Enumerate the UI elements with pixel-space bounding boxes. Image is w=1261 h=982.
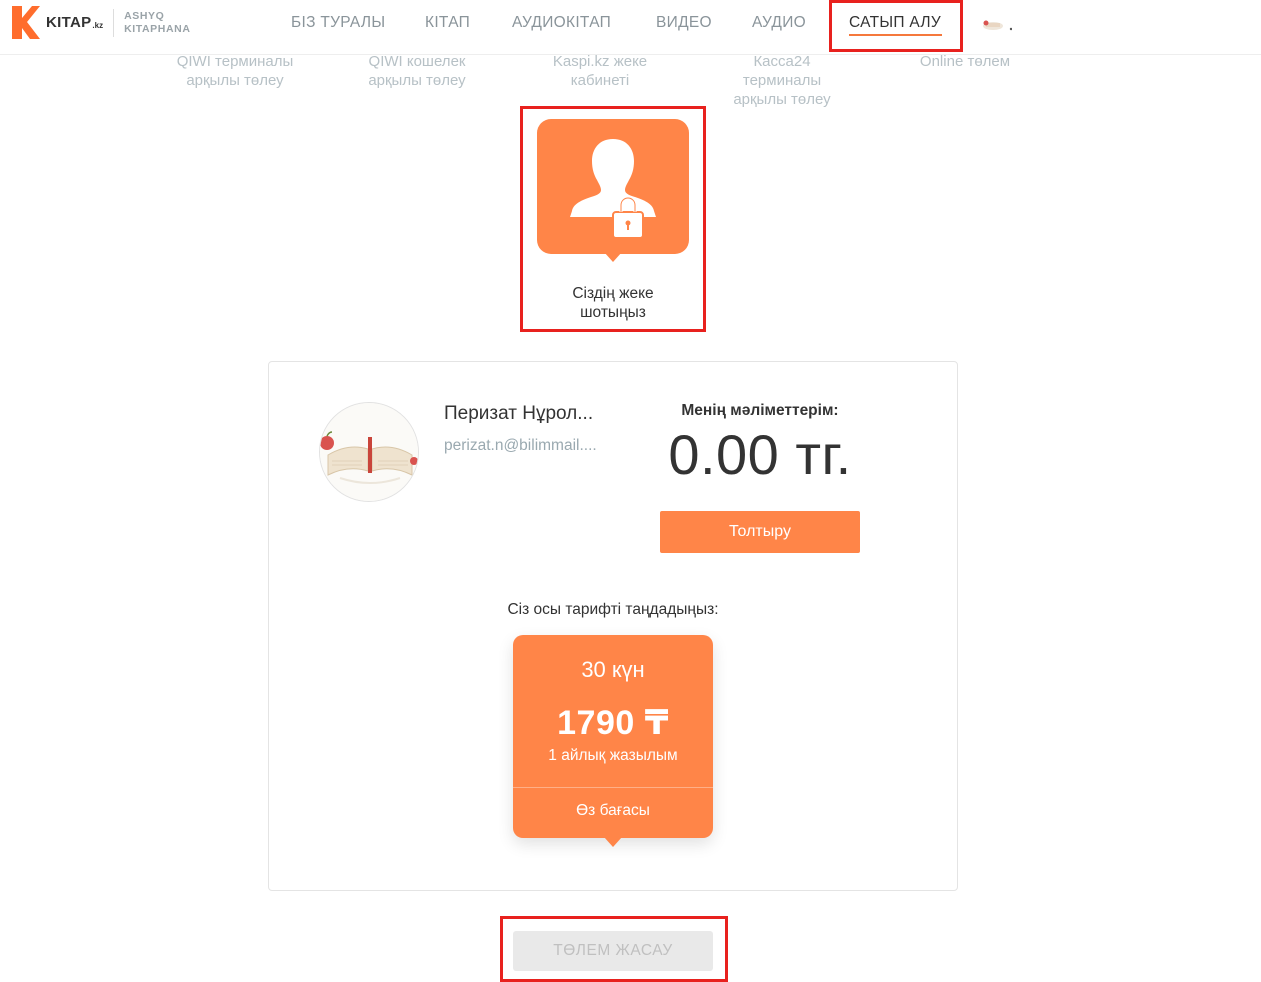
- payment-method-line: Kaspi.kz жеке: [552, 53, 648, 70]
- tariff-price: 1790 ₸: [557, 704, 669, 742]
- payment-method-line: кабинеті: [570, 72, 630, 89]
- logo-sub-line2: KITAPHANA: [124, 22, 191, 35]
- tariff-divider: [513, 787, 713, 788]
- user-name: Перизат Нұрол...: [444, 403, 594, 424]
- nav-audiobooks[interactable]: АУДИОКІТАП: [512, 14, 611, 32]
- logo-kz: .kz: [92, 20, 104, 30]
- tariff-own-price: Өз бағасы: [576, 802, 650, 819]
- nav-audio[interactable]: АУДИО: [752, 14, 806, 32]
- site-logo[interactable]: KITAP .kz ASHYQ KITAPHANA: [12, 6, 191, 39]
- payment-method-line: арқылы төлеу: [733, 91, 831, 108]
- logo-divider: [113, 8, 115, 37]
- highlight-personal-account: [520, 106, 706, 332]
- site-header: KITAP .kz ASHYQ KITAPHANA БІЗ ТУРАЛЫ КІТ…: [0, 0, 1261, 55]
- user-email: perizat.n@bilimmail....: [444, 437, 597, 454]
- payment-method-line: арқылы төлеу: [368, 72, 466, 89]
- payment-method-line: Касса24: [753, 53, 811, 70]
- tariff-days: 30 күн: [581, 657, 645, 682]
- balance-value: 0.00 тг.: [668, 423, 852, 486]
- payment-method-line: терминалы: [742, 72, 822, 89]
- payment-method-qiwi-terminal[interactable]: QIWI терминалы арқылы төлеу: [160, 52, 310, 90]
- tariff-description: 1 айлық жазылым: [548, 747, 678, 764]
- logo-subtitle: ASHYQ KITAPHANA: [124, 10, 190, 36]
- payment-method-kassa24[interactable]: Касса24 терминалы арқылы төлеу: [707, 52, 857, 109]
- nav-about[interactable]: БІЗ ТУРАЛЫ: [291, 14, 385, 32]
- nav-books[interactable]: КІТАП: [425, 14, 470, 32]
- payment-method-qiwi-wallet[interactable]: QIWI кошелек арқылы төлеу: [342, 52, 492, 90]
- user-avatar: [319, 402, 419, 502]
- tariff-card[interactable]: 30 күн 1790 ₸ 1 айлық жазылым Өз бағасы: [513, 635, 713, 838]
- payment-method-line: QIWI терминалы: [176, 53, 294, 70]
- topup-button[interactable]: Толтыру: [660, 511, 860, 553]
- highlight-pay-button: [500, 916, 728, 982]
- highlight-nav-purchase: [829, 0, 963, 52]
- logo-text: KITAP: [46, 14, 92, 31]
- payment-method-online[interactable]: Online төлем: [890, 52, 1040, 71]
- logo-sub-line1: ASHYQ: [124, 9, 165, 22]
- payment-method-kaspi[interactable]: Kaspi.kz жеке кабинеті: [525, 52, 675, 90]
- payment-method-line: арқылы төлеу: [186, 72, 284, 89]
- logo-mark-icon: [12, 6, 40, 39]
- my-data-label: Менің мәліметтерім:: [681, 402, 839, 419]
- payment-method-line: QIWI кошелек: [368, 53, 466, 70]
- user-avatar-small-icon[interactable]: [982, 18, 1013, 32]
- payment-method-line: Online төлем: [919, 53, 1011, 70]
- nav-video[interactable]: ВИДЕО: [656, 14, 712, 32]
- tariff-prompt: Сіз осы тарифті таңдадыңыз:: [507, 601, 719, 618]
- tariff-card-pointer: [604, 837, 622, 847]
- open-book-icon: [320, 403, 418, 501]
